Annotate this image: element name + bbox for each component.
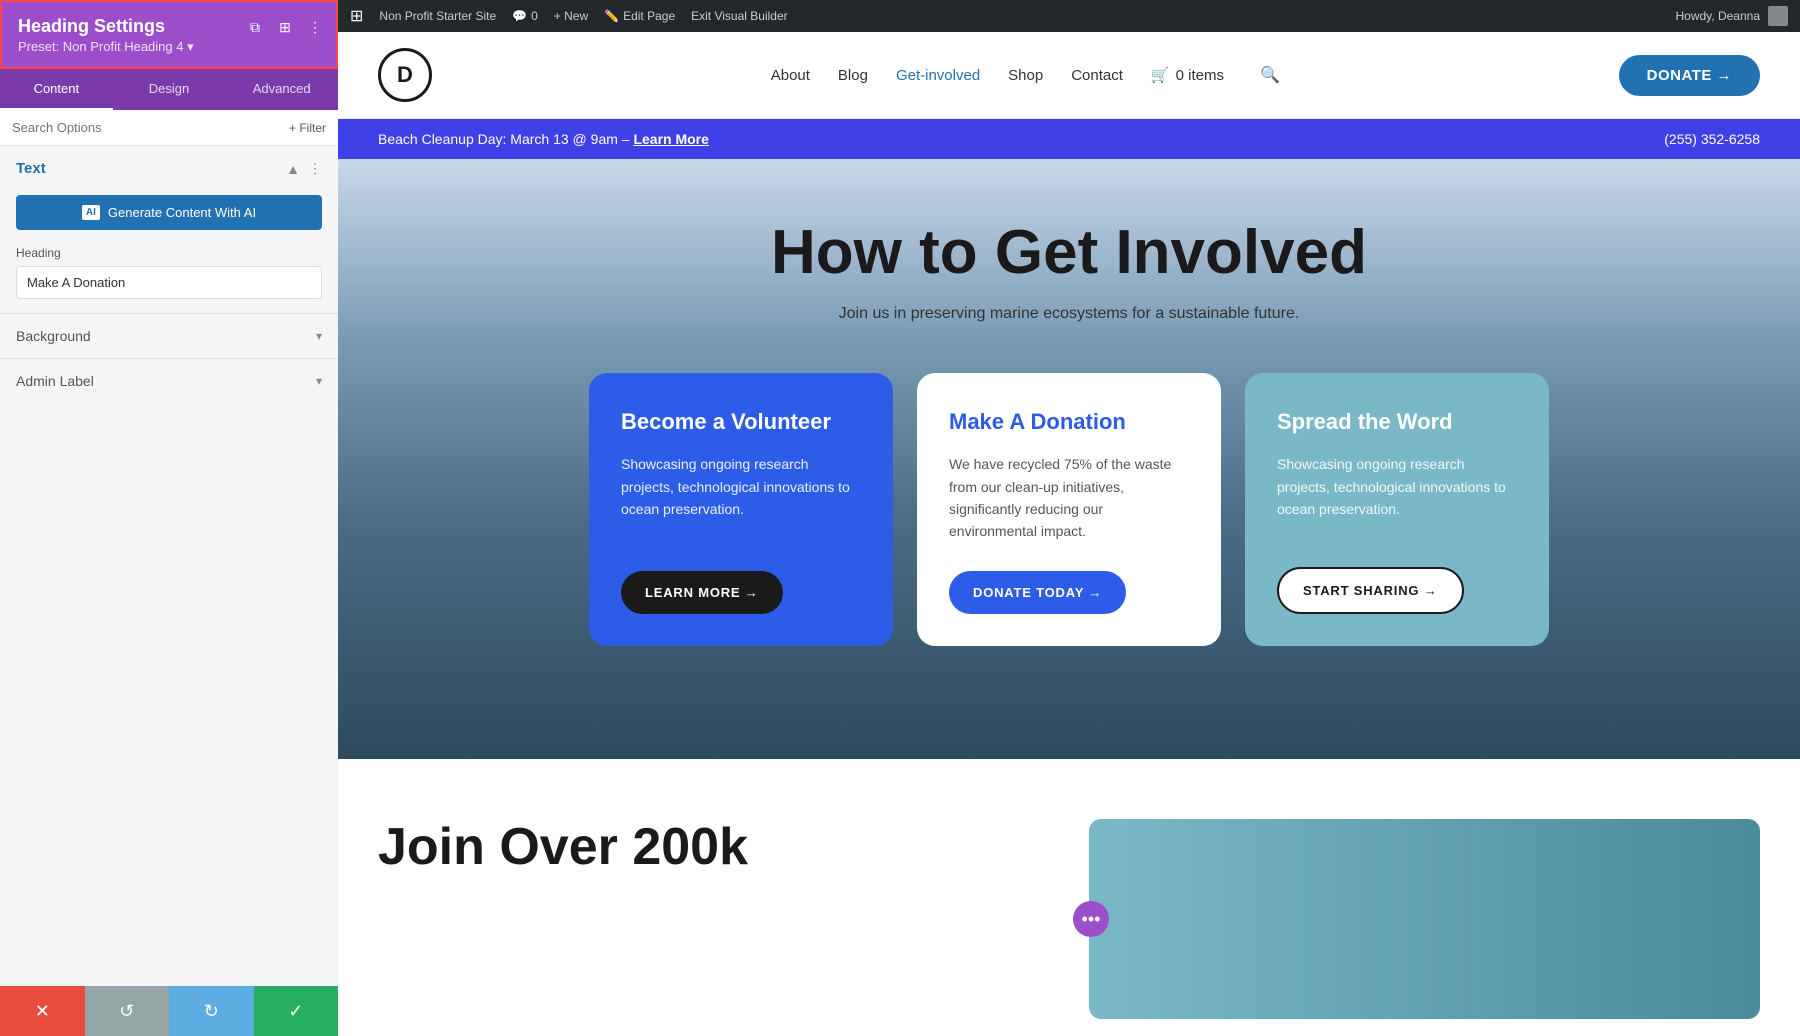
sharing-card: Spread the Word Showcasing ongoing resea… [1245,373,1549,646]
text-section-actions: ▲ ⋮ [286,160,322,177]
admin-label: Admin Label [16,373,94,389]
below-fold-text: Join Over 200k [378,819,1049,876]
wp-bar-right: Howdy, Deanna [1676,6,1789,26]
wp-logo: ⊞ [350,6,363,26]
volunteer-card-title: Become a Volunteer [621,409,861,435]
wp-admin-bar: ⊞ Non Profit Starter Site 💬 0 + New ✏️ E… [338,0,1800,32]
heading-label: Heading [16,246,322,260]
wp-site-name[interactable]: Non Profit Starter Site [379,9,496,23]
redo-button[interactable]: ↻ [169,986,254,1036]
nav-blog[interactable]: Blog [838,67,868,84]
announcement-text: Beach Cleanup Day: March 13 @ 9am – Lear… [378,131,709,147]
below-fold-title: Join Over 200k [378,819,1049,876]
filter-button[interactable]: + Filter [289,121,326,135]
cart-count: 0 items [1176,67,1224,84]
announcement-phone: (255) 352-6258 [1664,131,1760,147]
howdy-text: Howdy, Deanna [1676,9,1761,23]
ai-button-label: Generate Content With AI [108,205,256,220]
panel-tabs: Content Design Advanced [0,69,338,110]
admin-label-section[interactable]: Admin Label ▾ [0,359,338,403]
ai-icon: AI [82,205,100,220]
background-arrow: ▾ [316,329,322,343]
wp-edit-page[interactable]: ✏️ Edit Page [604,9,675,23]
wp-new[interactable]: + New [554,9,588,23]
volunteer-card: Become a Volunteer Showcasing ongoing re… [589,373,893,646]
search-options-input[interactable] [12,120,289,135]
collapse-icon[interactable]: ▲ [286,161,300,177]
wp-comments[interactable]: 💬 0 [512,9,538,23]
text-section-header[interactable]: Text ▲ ⋮ [0,146,338,191]
wp-exit-builder[interactable]: Exit Visual Builder [691,9,788,23]
nav-about[interactable]: About [771,67,810,84]
pencil-icon: ✏️ [604,9,619,23]
sharing-card-text: Showcasing ongoing research projects, te… [1277,453,1517,539]
hero-subtitle: Join us in preserving marine ecosystems … [839,305,1300,323]
cards-row: Become a Volunteer Showcasing ongoing re… [589,373,1549,646]
nav-cart[interactable]: 🛒 0 items [1151,66,1224,84]
donation-card-text: We have recycled 75% of the waste from o… [949,453,1189,543]
background-label: Background [16,328,91,344]
heading-field-group: Heading [0,242,338,313]
background-section[interactable]: Background ▾ [0,314,338,358]
site-logo[interactable]: D [378,48,432,102]
site-header: D About Blog Get-involved Shop Contact 🛒… [338,32,1800,119]
tab-advanced[interactable]: Advanced [225,69,338,110]
panel-icon-window[interactable]: ⧉ [244,16,266,38]
panel-icon-columns[interactable]: ⊞ [274,16,296,38]
donation-card-title: Make A Donation [949,409,1189,435]
hero-title: How to Get Involved [771,219,1367,287]
panel-preset[interactable]: Preset: Non Profit Heading 4 ▾ [18,39,320,55]
user-avatar [1768,6,1788,26]
below-fold-section: Join Over 200k ••• [338,759,1800,1036]
tab-design[interactable]: Design [113,69,226,110]
tab-content[interactable]: Content [0,69,113,110]
learn-more-button[interactable]: LEARN MORE → [621,571,783,614]
volunteer-card-text: Showcasing ongoing research projects, te… [621,453,861,543]
more-icon[interactable]: ⋮ [308,160,322,177]
save-button[interactable]: ✓ [254,986,339,1036]
announcement-bar: Beach Cleanup Day: March 13 @ 9am – Lear… [338,119,1800,159]
heading-input[interactable] [16,266,322,299]
announcement-link[interactable]: Learn More [633,131,708,147]
donate-header-button[interactable]: DONATE → [1619,55,1760,96]
search-icon[interactable]: 🔍 [1260,65,1280,85]
site-nav: About Blog Get-involved Shop Contact 🛒 0… [771,65,1280,85]
settings-panel: Heading Settings Preset: Non Profit Head… [0,0,338,1036]
text-section-title: Text [16,160,46,177]
text-section: Text ▲ ⋮ AI Generate Content With AI Hea… [0,146,338,313]
nav-shop[interactable]: Shop [1008,67,1043,84]
cart-icon: 🛒 [1151,66,1170,84]
panel-search-bar: + Filter [0,110,338,146]
nav-get-involved[interactable]: Get-involved [896,67,980,84]
start-sharing-button[interactable]: START SHARING → [1277,567,1464,614]
admin-arrow: ▾ [316,374,322,388]
purple-dot-icon[interactable]: ••• [1073,901,1109,937]
nav-contact[interactable]: Contact [1071,67,1123,84]
donation-card: Make A Donation We have recycled 75% of … [917,373,1221,646]
below-fold-image: ••• [1089,819,1760,1019]
comment-icon: 💬 [512,9,527,23]
undo-button[interactable]: ↺ [85,986,170,1036]
sharing-card-title: Spread the Word [1277,409,1517,435]
panel-header-icons: ⧉ ⊞ ⋮ [244,16,326,38]
ai-generate-button[interactable]: AI Generate Content With AI [16,195,322,230]
hero-section: How to Get Involved Join us in preservin… [338,159,1800,759]
panel-footer: ✕ ↺ ↻ ✓ [0,986,338,1036]
cancel-button[interactable]: ✕ [0,986,85,1036]
panel-header: Heading Settings Preset: Non Profit Head… [0,0,338,69]
donate-today-button[interactable]: DONATE TODAY → [949,571,1126,614]
main-content-area: ⊞ Non Profit Starter Site 💬 0 + New ✏️ E… [338,0,1800,1036]
panel-icon-more[interactable]: ⋮ [304,16,326,38]
